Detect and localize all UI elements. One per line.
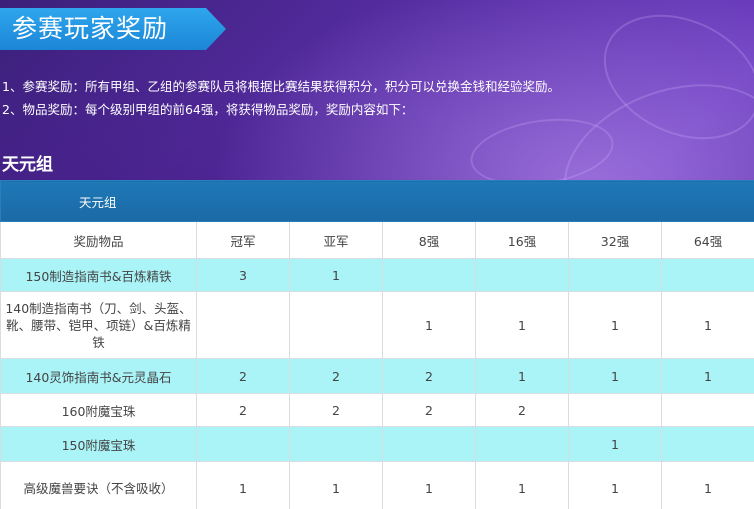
table-row: 150制造指南书&百炼精铁 3 1 — [0, 258, 754, 292]
table-cell: 2 — [289, 393, 383, 427]
header-top32: 32强 — [568, 221, 662, 259]
table-cell — [568, 393, 662, 427]
table-cell: 140灵饰指南书&元灵晶石 — [0, 358, 197, 394]
rule-participation: 1、参赛奖励：所有甲组、乙组的参赛队员将根据比赛结果获得积分，积分可以兑换金钱和… — [2, 79, 560, 94]
table-cell — [660, 258, 754, 292]
table-cell: 1 — [289, 461, 383, 509]
table-cell: 2 — [382, 358, 476, 394]
group-heading: 天元组 — [2, 155, 53, 175]
table-header-row: 奖励物品 冠军 亚军 8强 16强 32强 64强 — [0, 221, 754, 259]
table-cell: 160附魔宝珠 — [0, 393, 197, 427]
page-title: 参赛玩家奖励 — [12, 14, 169, 43]
table-cell: 150附魔宝珠 — [0, 426, 197, 462]
table-cell: 1 — [568, 291, 662, 359]
header-top8: 8强 — [382, 221, 476, 259]
table-cell: 1 — [568, 461, 662, 509]
table-cell: 1 — [660, 461, 754, 509]
table-cell: 150制造指南书&百炼精铁 — [0, 258, 197, 292]
table-cell: 1 — [289, 258, 383, 292]
header-top64: 64强 — [660, 221, 754, 259]
reward-table: 天元组 奖励物品 冠军 亚军 8强 16强 32强 64强 150制造指南书&百… — [0, 180, 754, 509]
table-cell — [568, 258, 662, 292]
table-cell: 1 — [568, 426, 662, 462]
table-cell: 1 — [475, 358, 569, 394]
table-cell — [196, 426, 290, 462]
table-group-header: 天元组 — [0, 180, 754, 222]
page: 参赛玩家奖励 1、参赛奖励：所有甲组、乙组的参赛队员将根据比赛结果获得积分，积分… — [0, 0, 754, 509]
table-row: 140制造指南书（刀、剑、头盔、靴、腰带、铠甲、项链）&百炼精铁 1 1 1 1 — [0, 291, 754, 359]
table-cell: 2 — [475, 393, 569, 427]
header-top16: 16强 — [475, 221, 569, 259]
table-row: 160附魔宝珠 2 2 2 2 — [0, 393, 754, 427]
table-cell: 1 — [475, 291, 569, 359]
table-cell: 1 — [660, 291, 754, 359]
table-cell: 140制造指南书（刀、剑、头盔、靴、腰带、铠甲、项链）&百炼精铁 — [0, 291, 197, 359]
table-cell: 2 — [382, 393, 476, 427]
table-cell: 1 — [660, 358, 754, 394]
table-cell: 2 — [289, 358, 383, 394]
table-cell: 3 — [196, 258, 290, 292]
table-cell: 高级魔兽要诀（不含吸收） — [0, 461, 197, 509]
table-cell: 1 — [475, 461, 569, 509]
header-champion: 冠军 — [196, 221, 290, 259]
table-cell — [660, 426, 754, 462]
header-runner-up: 亚军 — [289, 221, 383, 259]
table-cell — [382, 426, 476, 462]
table-cell: 1 — [568, 358, 662, 394]
table-cell: 2 — [196, 393, 290, 427]
rule-item-reward: 2、物品奖励：每个级别甲组的前64强，将获得物品奖励，奖励内容如下： — [2, 102, 414, 117]
table-cell: 1 — [382, 461, 476, 509]
table-row: 140灵饰指南书&元灵晶石 2 2 2 1 1 1 — [0, 358, 754, 394]
table-cell — [196, 291, 290, 359]
table-cell — [475, 426, 569, 462]
table-row: 高级魔兽要诀（不含吸收） 1 1 1 1 1 1 — [0, 461, 754, 509]
table-row: 150附魔宝珠 1 — [0, 426, 754, 462]
header-item: 奖励物品 — [0, 221, 197, 259]
table-cell: 1 — [382, 291, 476, 359]
table-cell — [475, 258, 569, 292]
table-cell — [382, 258, 476, 292]
table-cell: 1 — [196, 461, 290, 509]
table-cell — [289, 426, 383, 462]
table-cell — [289, 291, 383, 359]
table-cell — [660, 393, 754, 427]
table-cell: 2 — [196, 358, 290, 394]
